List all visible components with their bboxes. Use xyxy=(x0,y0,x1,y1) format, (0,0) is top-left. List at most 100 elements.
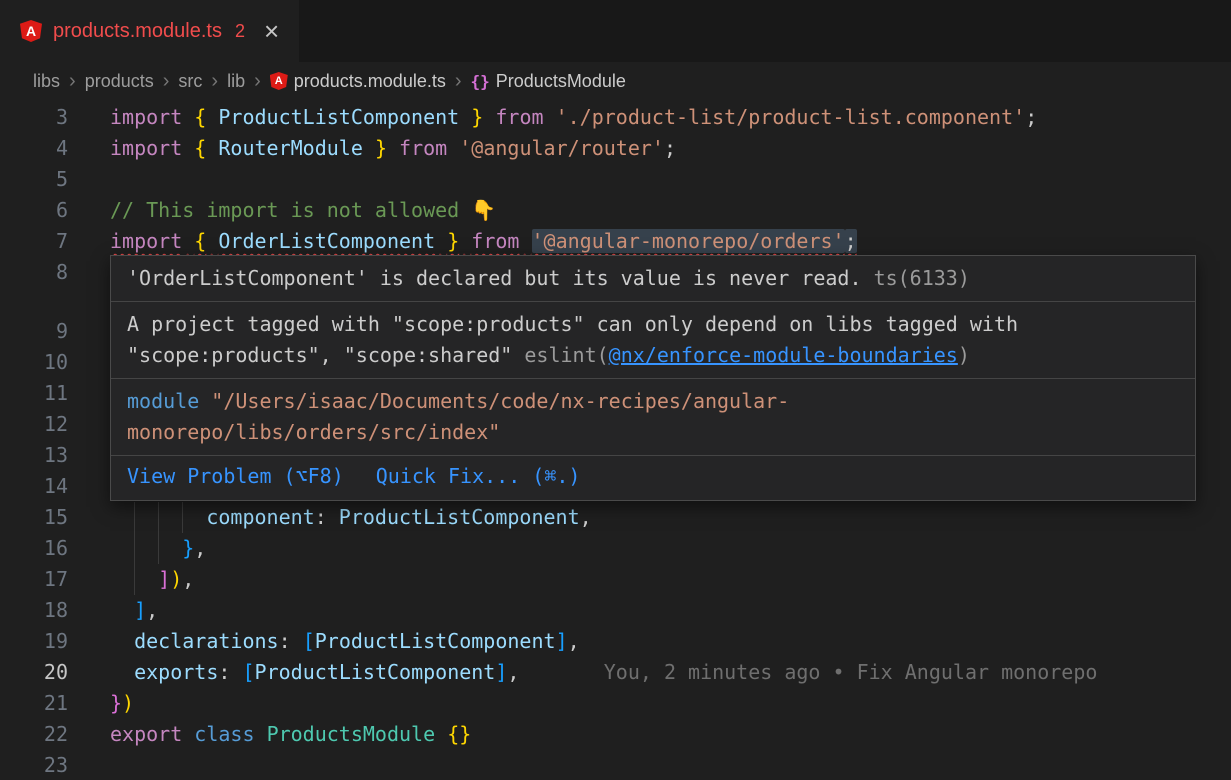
token: export xyxy=(110,722,182,746)
code-content: ]), xyxy=(110,564,194,595)
token: { xyxy=(194,136,206,160)
code-line[interactable]: 15 component: ProductListComponent, xyxy=(0,502,1231,533)
line-number[interactable]: 15 xyxy=(0,502,68,533)
indent-guide xyxy=(158,502,159,533)
code-line[interactable]: 19 declarations: [ProductListComponent], xyxy=(0,626,1231,657)
code-content: declarations: [ProductListComponent], xyxy=(110,626,580,657)
token: ; xyxy=(845,229,857,253)
line-number[interactable]: 11 xyxy=(0,378,68,409)
line-number[interactable]: 17 xyxy=(0,564,68,595)
code-line[interactable]: 18 ], xyxy=(0,595,1231,626)
vscode-window: A products.module.ts 2 × libs › products › s… xyxy=(0,0,1231,780)
line-number[interactable]: 5 xyxy=(0,164,68,195)
view-problem-action[interactable]: View Problem (⌥F8) xyxy=(127,461,344,492)
token: import xyxy=(110,105,182,129)
token xyxy=(206,105,218,129)
line-number[interactable]: 14 xyxy=(0,471,68,502)
tab-error-count-badge: 2 xyxy=(235,21,245,42)
token: declarations xyxy=(134,629,279,653)
breadcrumb-separator: › xyxy=(163,71,170,91)
close-icon[interactable]: × xyxy=(264,18,279,44)
indent-guide xyxy=(182,502,183,533)
hover-line: monorepo/libs/orders/src/index" xyxy=(127,417,1179,448)
line-number[interactable]: 8 xyxy=(0,257,68,288)
token: } xyxy=(182,536,194,560)
line-number[interactable]: 9 xyxy=(0,316,68,347)
hover-text: eslint( xyxy=(524,343,608,367)
line-number[interactable]: 22 xyxy=(0,719,68,750)
token: './product-list/product-list.component' xyxy=(556,105,1026,129)
angular-icon: A xyxy=(270,72,288,90)
breadcrumb-item-lib[interactable]: lib xyxy=(227,71,245,92)
line-number[interactable]: 13 xyxy=(0,440,68,471)
token xyxy=(206,136,218,160)
breadcrumb-label: ProductsModule xyxy=(496,71,626,92)
breadcrumb-separator: › xyxy=(69,71,76,91)
hover-text: "/Users/isaac/Documents/code/nx-recipes/… xyxy=(211,389,789,413)
hover-text xyxy=(862,266,874,290)
hover-popup: 'OrderListComponent' is declared but its… xyxy=(110,255,1196,501)
token: {} xyxy=(447,722,471,746)
eslint-diagnostic: A project tagged with "scope:products" c… xyxy=(111,302,1195,379)
breadcrumb-item-products-module-ts[interactable]: Aproducts.module.ts xyxy=(270,71,446,92)
tab-products-module[interactable]: A products.module.ts 2 × xyxy=(0,0,299,62)
code-content: import { OrderListComponent } from '@ang… xyxy=(110,226,857,257)
line-number[interactable]: 19 xyxy=(0,626,68,657)
code-line[interactable]: 3import { ProductListComponent } from '.… xyxy=(0,102,1231,133)
token: 👇 xyxy=(471,198,496,222)
line-number[interactable]: 16 xyxy=(0,533,68,564)
token: , xyxy=(182,567,194,591)
editor[interactable]: 3import { ProductListComponent } from '.… xyxy=(0,100,1231,780)
code-content: }) xyxy=(110,688,134,719)
token: ] xyxy=(495,660,507,684)
token: } xyxy=(471,105,483,129)
breadcrumb-item-productsmodule[interactable]: {}ProductsModule xyxy=(471,71,626,92)
code-line[interactable]: 5 xyxy=(0,164,1231,195)
code-line[interactable]: 17 ]), xyxy=(0,564,1231,595)
token: { xyxy=(194,105,206,129)
quick-fix-action[interactable]: Quick Fix... (⌘.) xyxy=(376,461,581,492)
token xyxy=(230,660,242,684)
breadcrumb-item-products[interactable]: products xyxy=(85,71,154,92)
breadcrumb-item-src[interactable]: src xyxy=(178,71,202,92)
line-number[interactable]: 21 xyxy=(0,688,68,719)
token: from xyxy=(399,136,447,160)
line-number[interactable]: 12 xyxy=(0,409,68,440)
breadcrumb: libs›products›src›lib›Aproducts.module.t… xyxy=(0,62,1231,100)
line-number[interactable]: 6 xyxy=(0,195,68,226)
token xyxy=(363,136,375,160)
breadcrumb-item-libs[interactable]: libs xyxy=(33,71,60,92)
token xyxy=(327,505,339,529)
code-line[interactable]: 4import { RouterModule } from '@angular/… xyxy=(0,133,1231,164)
token: from xyxy=(495,105,543,129)
line-number[interactable]: 7 xyxy=(0,226,68,257)
code-line[interactable]: 6// This import is not allowed 👇 xyxy=(0,195,1231,226)
line-number[interactable]: 10 xyxy=(0,347,68,378)
token: class xyxy=(194,722,254,746)
line-number[interactable]: 18 xyxy=(0,595,68,626)
eslint-rule-link[interactable]: @nx/enforce-module-boundaries xyxy=(609,343,958,367)
tab-bar: A products.module.ts 2 × xyxy=(0,0,1231,62)
code-content: ], xyxy=(110,595,158,626)
token xyxy=(387,136,399,160)
hover-line: module "/Users/isaac/Documents/code/nx-r… xyxy=(127,386,1179,417)
code-line[interactable]: 22export class ProductsModule {} xyxy=(0,719,1231,750)
code-line[interactable]: 16 }, xyxy=(0,533,1231,564)
code-line[interactable]: 23 xyxy=(0,750,1231,780)
line-number[interactable]: 3 xyxy=(0,102,68,133)
line-number[interactable]: 4 xyxy=(0,133,68,164)
breadcrumb-label: products.module.ts xyxy=(294,71,446,92)
hover-text: ts(6133) xyxy=(874,266,970,290)
token: } xyxy=(375,136,387,160)
code-line[interactable]: 7 import { OrderListComponent } from '@an… xyxy=(0,226,1231,257)
line-number[interactable]: 23 xyxy=(0,750,68,780)
hover-line: A project tagged with "scope:products" c… xyxy=(127,309,1179,340)
code-line[interactable]: 20 exports: [ProductListComponent],You, … xyxy=(0,657,1231,688)
line-number[interactable]: 20 xyxy=(0,657,68,688)
code-line[interactable]: 21}) xyxy=(0,688,1231,719)
token xyxy=(255,722,267,746)
token xyxy=(459,229,471,253)
token: ) xyxy=(122,691,134,715)
hover-actions: View Problem (⌥F8) Quick Fix... (⌘.) xyxy=(111,456,1195,500)
token: '@angular-monorepo/orders' xyxy=(532,229,845,253)
